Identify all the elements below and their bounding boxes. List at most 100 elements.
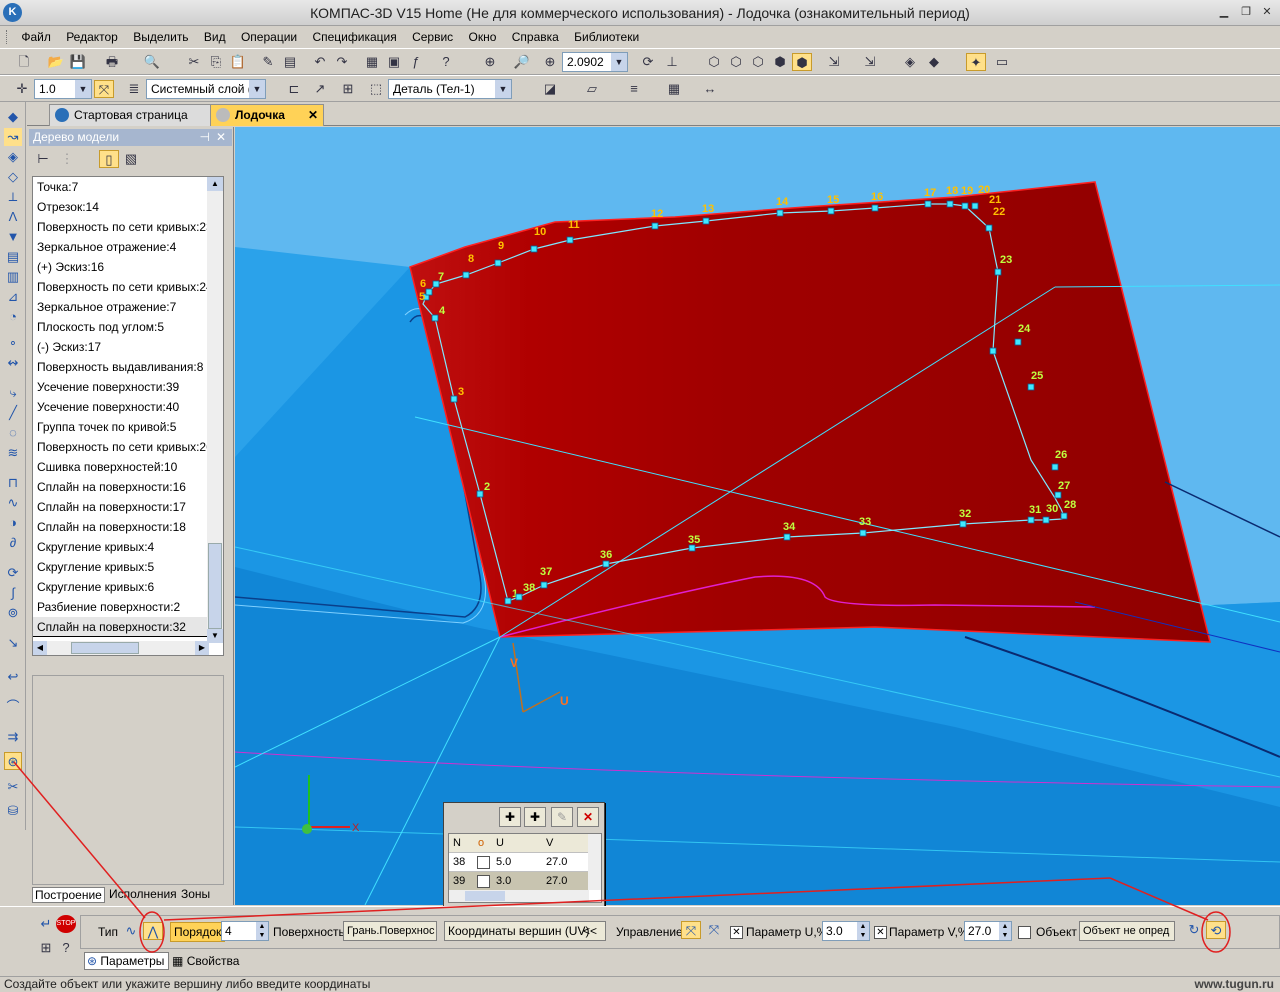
spline-vertex-marker[interactable] [989,347,997,355]
scroll-right-icon[interactable]: ▶ [195,641,209,655]
spline-vertex-marker[interactable] [651,222,659,230]
sheet-body-icon[interactable]: ◔ [4,308,22,326]
menu-file[interactable]: Файл [15,27,57,47]
spline-vertex-marker[interactable] [994,268,1002,276]
spline-vertex-marker[interactable] [961,202,969,210]
tree-item[interactable]: Скругление кривых:5 [33,557,208,577]
auxiliary-geometry-icon[interactable]: ◇ [4,168,22,186]
perspective-icon[interactable]: ◈ [900,53,920,71]
spline-vertex-marker[interactable] [959,520,967,528]
grid-icon[interactable]: ▦ [664,80,684,98]
tree-item[interactable]: Поверхность по сети кривых:23 [33,217,213,237]
stepper-icon[interactable]: ▲ ▼ [857,922,869,940]
tree-item[interactable]: Сплайн на поверхности:16 [33,477,208,497]
variables-icon[interactable]: ▣ [384,53,404,71]
spline-vertex-marker[interactable] [602,560,610,568]
help-icon[interactable]: ? [56,939,76,957]
spline-vertex-marker[interactable] [1014,338,1022,346]
layer-combo[interactable]: Системный слой (0) ▼ [146,79,266,99]
insert-vertex-button[interactable]: ✚ [524,807,546,827]
pin-icon[interactable]: ⊣ [200,129,210,146]
connect-curve-icon[interactable]: ↘ [4,634,22,652]
layer-icon[interactable]: ≣ [124,80,144,98]
apply-icon[interactable]: ↵ [36,915,56,933]
libraries-icon[interactable]: ▦ [362,53,382,71]
panel-icon[interactable]: ▭ [992,53,1012,71]
chevron-down-icon[interactable]: ▼ [611,53,627,71]
tree-item[interactable]: Поверхность выдавливания:8 [33,357,208,377]
surface-curve-icon[interactable]: ∫ [4,584,22,602]
color-icon[interactable]: ◆ [924,53,944,71]
spline-vertex-marker[interactable] [530,245,538,253]
chevron-down-icon[interactable]: ▼ [249,80,265,98]
close-icon[interactable]: ✕ [216,129,226,146]
view-mode-icon[interactable]: ◪ [540,80,560,98]
stepper-icon[interactable]: ▲ ▼ [999,922,1011,940]
menu-libraries[interactable]: Библиотеки [568,27,645,47]
tab-properties[interactable]: ▦ Свойства [170,953,243,971]
rotate-icon[interactable]: ⟳ [638,53,658,71]
spline-vertex-marker[interactable] [540,581,548,589]
tree-structure-icon[interactable]: ⊢ [33,150,53,168]
spline-vertex-marker[interactable] [1027,516,1035,524]
plane-icon[interactable]: ▱ [582,80,602,98]
cylinder-icon[interactable]: ⛁ [4,802,22,820]
surfaces-icon[interactable]: ◈ [4,148,22,166]
delete-vertex-button[interactable]: ✕ [577,807,599,827]
projection-icon[interactable]: ◑ [4,514,22,532]
manager-icon[interactable]: ▤ [280,53,300,71]
dimension-icon[interactable]: ↔ [700,80,720,98]
close-button[interactable]: ✕ [1259,5,1275,19]
reverse-icon[interactable]: ↻ [1184,921,1204,939]
tree-item[interactable]: Сплайн на поверхности:17 [33,497,208,517]
model-viewport[interactable]: 1 2 3 4 5 6 7 8 9 10 11 12 13 14 15 16 17 18 19 20 21 22 23 24 2… [235,127,1280,905]
spline-vertex-marker[interactable] [827,207,835,215]
spline-vertex-marker[interactable] [924,200,932,208]
scroll-up-icon[interactable]: ▲ [207,177,223,191]
tree-item[interactable]: Сплайн на поверхности:32 [33,617,208,637]
offset-curve-icon[interactable]: ⇉ [4,728,22,746]
spline-vertex-marker[interactable] [515,593,523,601]
helix-icon[interactable]: ≋ [4,444,22,462]
spline-icon[interactable]: ∿ [4,494,22,512]
spline-vertex-marker[interactable] [494,259,502,267]
help-pointer-icon[interactable]: ? [436,53,456,71]
add-vertex-button[interactable]: ✚ [499,807,521,827]
preview-icon[interactable]: 🔍 [142,53,162,71]
tab-lodochka[interactable]: Лодочка ✕ [210,104,324,126]
tree-item[interactable]: Усечение поверхности:40 [33,397,208,417]
paste-icon[interactable]: 📋 [228,53,248,71]
tree-item[interactable]: Скругление кривых:6 [33,577,208,597]
close-icon[interactable]: ✕ [308,105,318,125]
table-horizontal-scrollbar[interactable] [449,890,589,902]
tree-item[interactable]: Разбиение поверхности:2 [33,597,208,617]
spline-vertex-marker[interactable] [504,597,512,605]
tree-item[interactable]: Поверхность по сети кривых:24 [33,277,213,297]
copy-icon[interactable]: ⎘ [206,53,226,71]
spline-vertex-marker[interactable] [859,529,867,537]
menu-help[interactable]: Справка [506,27,565,47]
menu-edit[interactable]: Редактор [60,27,124,47]
tree-vertical-scrollbar[interactable]: ▲ ▼ [207,177,223,643]
cut-icon[interactable]: ✂ [184,53,204,71]
object-checkbox[interactable] [1018,926,1031,939]
open-icon[interactable]: 📂 [46,53,66,71]
tab-construction[interactable]: Построение [32,887,105,903]
segment-icon[interactable]: ↭ [4,354,22,372]
spline-vertex-marker[interactable] [871,204,879,212]
print-icon[interactable]: 🖶 [102,53,122,71]
tree-item[interactable]: Скругление кривых:4 [33,537,208,557]
line-style-icon[interactable]: ≡ [624,80,644,98]
detail-icon[interactable]: ⬚ [366,80,386,98]
object-button[interactable]: Объект не опред [1079,921,1175,941]
scroll-thumb[interactable] [208,543,222,629]
undo-icon[interactable]: ↶ [310,53,330,71]
ortho-icon[interactable]: ⊏ [284,80,304,98]
row-checkbox[interactable] [477,856,490,869]
hidden-lines-icon[interactable]: ⬡ [726,53,746,71]
menu-operations[interactable]: Операции [235,27,303,47]
zoom-in-icon[interactable]: ⊕ [540,53,560,71]
row-checkbox[interactable] [477,875,490,888]
isoline-icon[interactable]: ⊚ [4,604,22,622]
filter-icon[interactable]: ⇲ [860,53,880,71]
